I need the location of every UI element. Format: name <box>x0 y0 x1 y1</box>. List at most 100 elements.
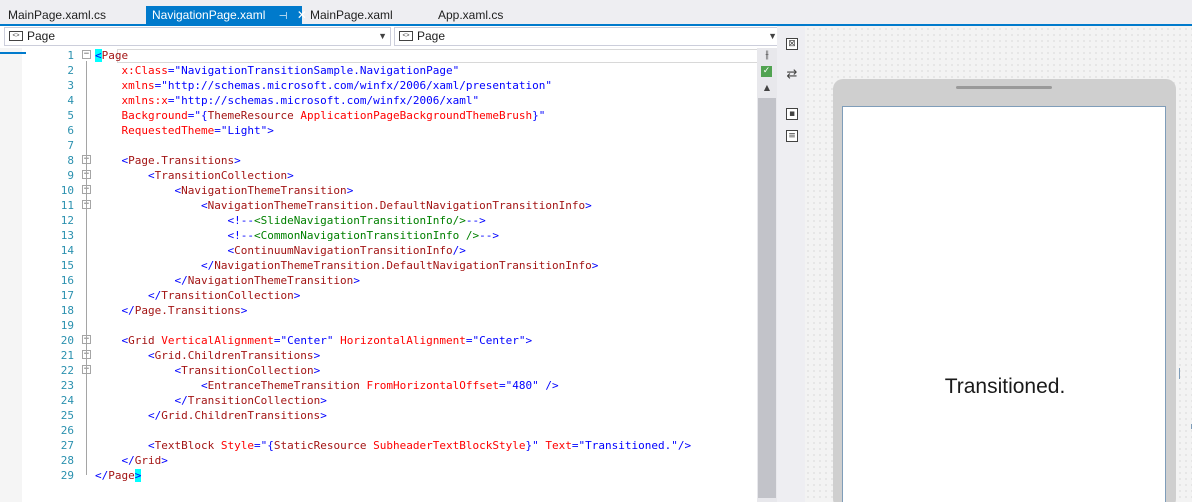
code-token: Background <box>121 109 188 122</box>
code-line[interactable]: 28 </Grid> <box>22 453 757 468</box>
line-number: 16 <box>60 274 74 287</box>
xaml-code-editor[interactable]: 1− <Page 2 x:Class="NavigationTransitionSa… <box>0 48 777 502</box>
code-line[interactable]: 9− <TransitionCollection> <box>22 168 757 183</box>
tab-mainpage-xaml[interactable]: MainPage.xaml <box>304 6 399 24</box>
code-token: > <box>585 199 592 212</box>
element-member-dropdown[interactable]: <> Page ▼ <box>394 27 781 46</box>
code-token: > <box>525 334 533 347</box>
code-line[interactable]: 6 RequestedTheme="Light"> <box>22 123 757 138</box>
code-line[interactable]: 1− <Page <box>22 48 757 63</box>
code-token: "{ <box>260 439 274 452</box>
code-line[interactable]: 18 </Page.Transitions> <box>22 303 757 318</box>
code-line[interactable]: 3 xmlns="http://schemas.microsoft.com/wi… <box>22 78 757 93</box>
collapse-pane-icon[interactable]: ⊠ <box>786 38 798 50</box>
tab-label: App.xaml.cs <box>438 8 504 22</box>
scrollbar-thumb[interactable] <box>758 98 776 498</box>
code-line[interactable]: 24 </TransitionCollection> <box>22 393 757 408</box>
code-line[interactable]: 7 <box>22 138 757 153</box>
code-line[interactable]: 22− <TransitionCollection> <box>22 363 757 378</box>
tab-mainpage-xaml-cs[interactable]: MainPage.xaml.cs <box>2 6 112 24</box>
device-screen[interactable]: Transitioned. <box>842 106 1166 502</box>
code-token: "Center" <box>472 334 526 347</box>
design-view-icon[interactable]: ▪ <box>786 108 798 120</box>
design-surface[interactable]: Transitioned. <box>805 26 1192 502</box>
line-number: 19 <box>60 319 74 332</box>
code-line[interactable]: 19 <box>22 318 757 333</box>
code-token: Grid <box>134 454 162 467</box>
element-type-dropdown[interactable]: <> Page ▼ <box>4 27 391 46</box>
code-line[interactable]: 17 </TransitionCollection> <box>22 288 757 303</box>
tab-label: MainPage.xaml <box>310 8 393 22</box>
code-token: < <box>200 199 208 212</box>
code-line[interactable]: 12 <!--<SlideNavigationTransitionInfo/>-… <box>22 213 757 228</box>
tab-app-xaml-cs[interactable]: App.xaml.cs <box>432 6 509 24</box>
code-token: > <box>313 349 321 362</box>
line-number: 24 <box>60 394 74 407</box>
code-token: RequestedTheme <box>121 124 215 137</box>
code-line[interactable]: 27 <TextBlock Style="{StaticResource Sub… <box>22 438 757 453</box>
collapse-region-icon[interactable]: − <box>82 50 91 59</box>
code-text: </Grid.ChildrenTransitions> <box>95 408 327 423</box>
code-line[interactable]: 25 </Grid.ChildrenTransitions> <box>22 408 757 423</box>
check-icon: ✓ <box>761 66 772 77</box>
swap-panes-icon[interactable]: ⇄ <box>786 68 798 82</box>
code-line[interactable]: 23 <EntranceThemeTransition FromHorizont… <box>22 378 757 393</box>
code-line[interactable]: 10− <NavigationThemeTransition> <box>22 183 757 198</box>
code-token: Page.Transitions <box>134 304 241 317</box>
xaml-element-icon: <> <box>9 31 23 41</box>
line-number: 5 <box>67 109 74 122</box>
xaml-view-icon[interactable]: ≡ <box>786 130 798 142</box>
line-number: 7 <box>67 139 74 152</box>
code-token: SubheaderTextBlockStyle <box>366 439 526 452</box>
line-number: 10 <box>60 184 74 197</box>
scroll-up-icon[interactable]: ▲ <box>760 81 774 95</box>
tab-navigationpage-xaml[interactable]: NavigationPage.xaml ⊣ ✕ <box>146 6 307 26</box>
line-number: 23 <box>60 379 74 392</box>
line-number: 21 <box>60 349 74 362</box>
code-line[interactable]: 20− <Grid VerticalAlignment="Center" Hor… <box>22 333 757 348</box>
code-token: </ <box>174 274 188 287</box>
pane-toolbar: ⊠ ⇄ ▪ ≡ <box>777 26 805 502</box>
editor-vertical-scrollbar[interactable]: ⫲ ✓ ▲ <box>757 48 777 502</box>
split-view-icon[interactable]: ⫲ <box>760 48 774 62</box>
code-token: /> <box>538 379 559 392</box>
code-line[interactable]: 29 </Page> <box>22 468 757 483</box>
code-line[interactable]: 5 Background="{ThemeResource Application… <box>22 108 757 123</box>
line-number: 3 <box>67 79 74 92</box>
code-line[interactable]: 21− <Grid.ChildrenTransitions> <box>22 348 757 363</box>
code-token: = <box>499 379 506 392</box>
code-line[interactable]: 2 x:Class="NavigationTransitionSample.Na… <box>22 63 757 78</box>
code-line[interactable]: 11− <NavigationThemeTransition.DefaultNa… <box>22 198 757 213</box>
code-text: <Page <box>95 48 128 63</box>
code-token: > <box>320 409 327 422</box>
line-number: 17 <box>60 289 74 302</box>
tab-label: MainPage.xaml.cs <box>8 8 107 22</box>
code-token: > <box>346 184 354 197</box>
tab-label: NavigationPage.xaml <box>152 8 266 22</box>
code-line[interactable]: 13 <!--<CommonNavigationTransitionInfo /… <box>22 228 757 243</box>
line-number: 11 <box>60 199 74 212</box>
code-line[interactable]: 26 <box>22 423 757 438</box>
code-token: "{ <box>194 109 208 122</box>
code-line[interactable]: 4 xmlns:x="http://schemas.microsoft.com/… <box>22 93 757 108</box>
code-text: <Grid.ChildrenTransitions> <box>95 348 320 363</box>
code-text: </TransitionCollection> <box>95 393 326 408</box>
code-text: RequestedTheme="Light"> <box>95 123 274 138</box>
code-line[interactable]: 8− <Page.Transitions> <box>22 153 757 168</box>
transitioned-textblock[interactable]: Transitioned. <box>843 375 1167 399</box>
code-line[interactable]: 14 <ContinuumNavigationTransitionInfo/> <box>22 243 757 258</box>
code-token: = <box>214 124 221 137</box>
code-area[interactable]: 1− <Page 2 x:Class="NavigationTransitionSa… <box>22 48 777 502</box>
dropdown-value: Page <box>27 29 56 43</box>
code-token: > <box>287 169 294 182</box>
code-line[interactable]: 16 </NavigationThemeTransition> <box>22 273 757 288</box>
code-line[interactable]: 15 </NavigationThemeTransition.DefaultNa… <box>22 258 757 273</box>
document-tab-bar: MainPage.xaml.cs NavigationPage.xaml ⊣ ✕… <box>0 0 1192 26</box>
code-token: > <box>353 274 360 287</box>
